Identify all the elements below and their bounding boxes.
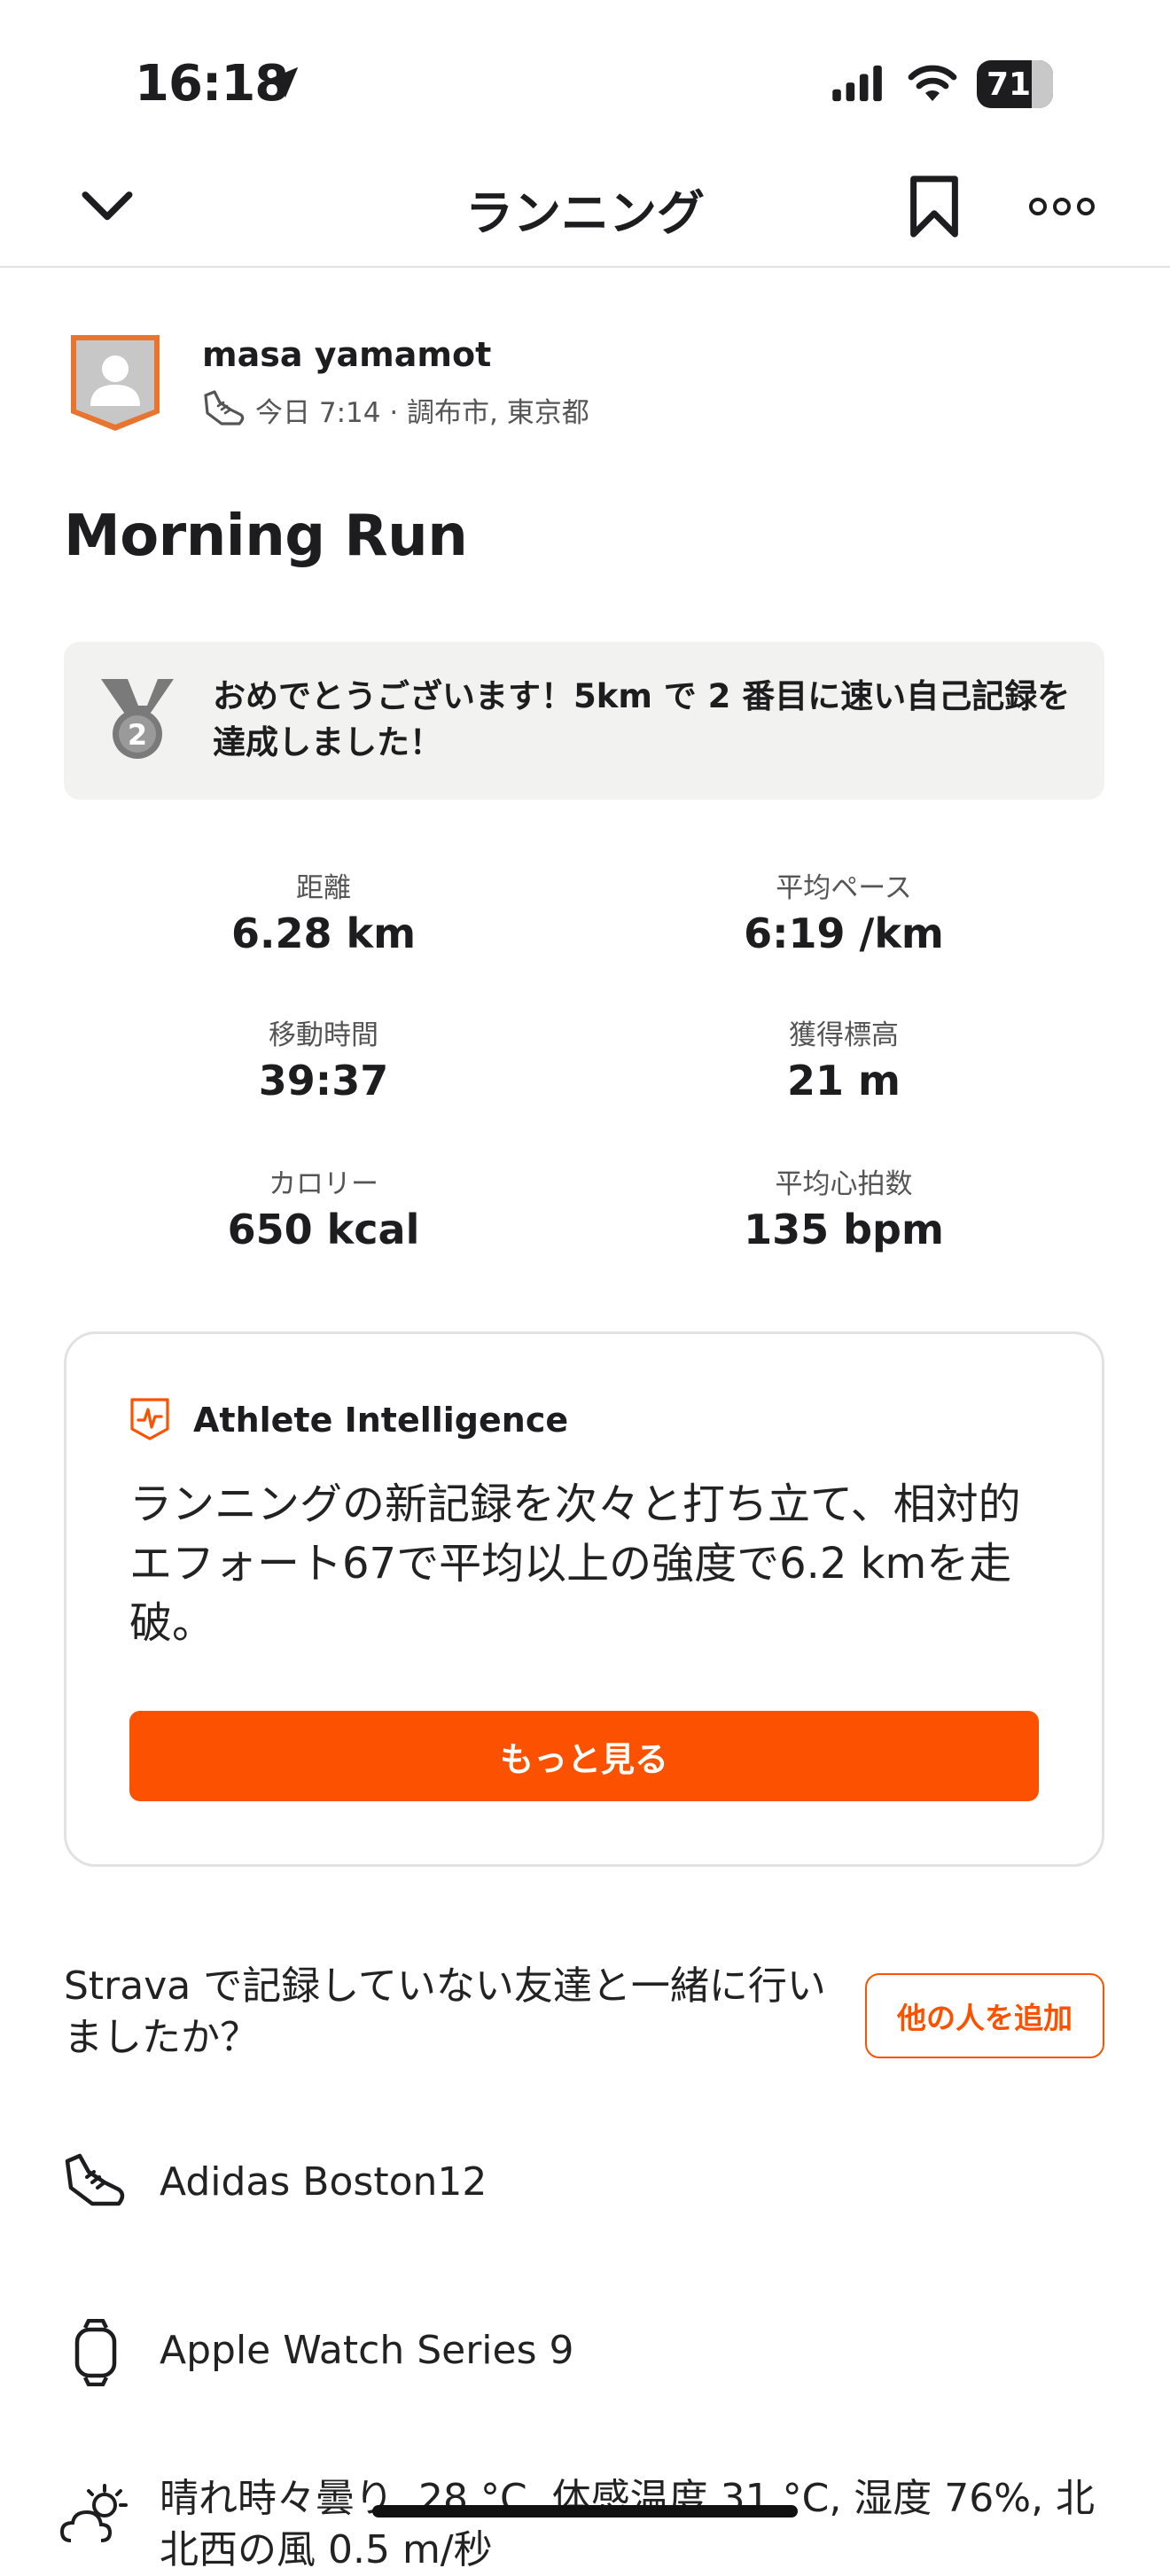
stat-value-elevation: 21 m bbox=[787, 1057, 901, 1105]
stat-value-pace: 6:19 /km bbox=[744, 909, 944, 957]
wifi-icon bbox=[908, 65, 957, 101]
medal-rank: 2 bbox=[128, 718, 147, 752]
stat-value-moving-time: 39:37 bbox=[258, 1057, 389, 1105]
stat-label-pace: 平均ペース bbox=[776, 872, 912, 904]
activity-title: Morning Run bbox=[64, 503, 468, 569]
signal-icon bbox=[832, 65, 882, 102]
stat-value-distance: 6.28 km bbox=[230, 909, 417, 957]
bookmark-icon[interactable] bbox=[908, 174, 961, 239]
stat-label-distance: 距離 bbox=[296, 872, 351, 904]
medal-icon: 2 bbox=[101, 679, 174, 759]
avatar-icon[interactable] bbox=[67, 332, 163, 434]
more-icon[interactable] bbox=[1028, 193, 1096, 220]
gear-row-shoes[interactable]: Adidas Boston12 bbox=[0, 2151, 1170, 2221]
activity-meta: 今日 7:14 · 調布市, 東京都 bbox=[255, 397, 589, 429]
add-others-button[interactable]: 他の人を追加 bbox=[865, 1973, 1104, 2058]
stat-label-calories: カロリー bbox=[269, 1168, 378, 1200]
stat-label-heart-rate: 平均心拍数 bbox=[775, 1168, 913, 1200]
stat-label-moving-time: 移動時間 bbox=[269, 1019, 378, 1051]
page-title: ランニング bbox=[465, 185, 705, 241]
stat-label-elevation: 獲得標高 bbox=[789, 1019, 899, 1051]
shoe-icon bbox=[65, 2153, 125, 2206]
location-arrow-icon bbox=[267, 66, 299, 98]
gear-shoes-name: Adidas Boston12 bbox=[160, 2159, 488, 2205]
gear-device-name: Apple Watch Series 9 bbox=[160, 2328, 574, 2373]
see-more-button[interactable]: もっと見る bbox=[129, 1711, 1039, 1801]
friends-question: Strava で記録していない友達と一緒に行いましたか？ bbox=[64, 1963, 826, 2060]
shoe-icon bbox=[204, 390, 245, 425]
gear-row-device[interactable]: Apple Watch Series 9 bbox=[0, 2319, 1170, 2390]
stat-value-calories: 650 kcal bbox=[227, 1206, 420, 1253]
athlete-name[interactable]: masa yamamot bbox=[202, 335, 491, 374]
weather-text: 晴れ時々曇り, 28 °C, 体感温度 31 °C, 湿度 76%, 北北西の風… bbox=[160, 2476, 1096, 2572]
battery-icon: 71 bbox=[977, 60, 1053, 108]
athlete-intelligence-icon bbox=[130, 1398, 169, 1440]
achievement-text: おめでとうございます！5km で 2 番目に速い自己記録を達成しました！ bbox=[213, 677, 1071, 761]
home-indicator bbox=[372, 2505, 798, 2517]
stat-value-heart-rate: 135 bpm bbox=[744, 1206, 944, 1253]
athlete-intelligence-text: ランニングの新記録を次々と打ち立て、相対的エフォート67で平均以上の強度で6.2… bbox=[129, 1479, 1021, 1648]
battery-level: 71 bbox=[986, 66, 1032, 103]
watch-icon bbox=[74, 2319, 117, 2386]
weather-icon bbox=[59, 2484, 128, 2542]
athlete-intelligence-title: Athlete Intelligence bbox=[193, 1401, 569, 1440]
